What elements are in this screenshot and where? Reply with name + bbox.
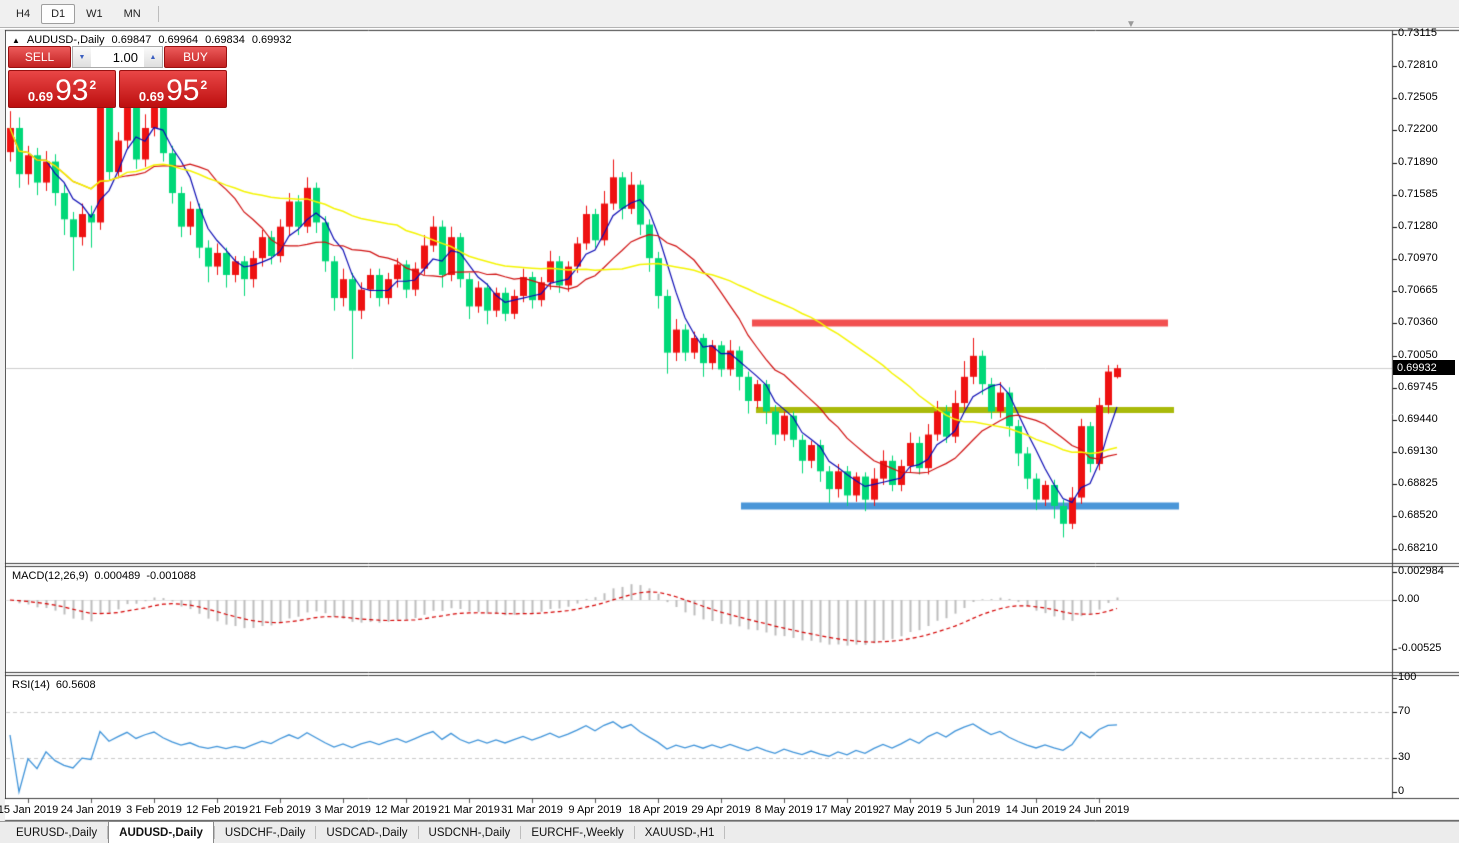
x-axis-tick: 21 Feb 2019: [249, 804, 311, 816]
x-axis-tick: 31 Mar 2019: [501, 804, 563, 816]
buy-price-box[interactable]: 0.69 95 2: [119, 70, 227, 108]
volume-input[interactable]: [91, 47, 144, 67]
y-axis-tick: 0.71280: [1398, 219, 1438, 232]
x-axis-tick: 12 Feb 2019: [186, 804, 248, 816]
date-axis[interactable]: 15 Jan 2019 24 Jan 2019 3 Feb 2019 12 Feb 2…: [0, 800, 1459, 820]
symbol-period-label: AUDUSD-,Daily: [26, 34, 105, 46]
rsi-axis-tick: 100: [1398, 671, 1417, 683]
x-axis-tick: 18 Apr 2019: [628, 804, 688, 816]
y-axis-tick: 0.71585: [1398, 187, 1438, 200]
macd-name: MACD(12,26,9): [12, 570, 89, 582]
macd-axis-tick: 0.00: [1398, 593, 1420, 605]
rsi-name: RSI(14): [12, 679, 50, 691]
y-axis-tick: 0.69745: [1398, 380, 1438, 393]
y-axis-tick: 0.68825: [1398, 477, 1438, 490]
volume-decrease-icon[interactable]: ▼: [73, 47, 91, 67]
quote-open: 0.69847: [111, 34, 152, 46]
bottom-tab-usdcad[interactable]: USDCAD-,Daily: [316, 822, 417, 843]
y-axis-tick: 0.69440: [1398, 412, 1438, 425]
y-axis-tick: 0.71890: [1398, 155, 1438, 168]
bottom-tab-audusd[interactable]: AUDUSD-,Daily: [108, 821, 214, 843]
quote-line: ▲ AUDUSD-,Daily 0.69847 0.69964 0.69834 …: [12, 34, 292, 46]
rsi-axis-tick: 0: [1398, 785, 1405, 797]
x-axis-tick: 29 Apr 2019: [691, 804, 751, 816]
volume-increase-icon[interactable]: ▲: [144, 47, 162, 67]
y-axis-tick: 0.72810: [1398, 59, 1438, 72]
one-click-trade-widget: SELL ▼ ▲ BUY 0.69 93 2 0.69 95 2: [8, 46, 227, 108]
chart-canvas[interactable]: [0, 0, 1459, 843]
x-axis-tick: 12 Mar 2019: [375, 804, 437, 816]
bottom-tab-eurusd[interactable]: EURUSD-,Daily: [6, 822, 107, 843]
quote-close: 0.69932: [251, 34, 292, 46]
tab-separator: [724, 826, 726, 839]
y-axis-tick: 0.70970: [1398, 252, 1438, 265]
rsi-value: 60.5608: [55, 679, 96, 691]
buy-price-prefix: 0.69: [138, 89, 165, 104]
y-axis-tick: 0.70050: [1398, 348, 1438, 361]
x-axis-tick: 24 Jun 2019: [1068, 804, 1130, 816]
x-axis-tick: 21 Mar 2019: [438, 804, 500, 816]
sell-price-big: 93: [55, 74, 89, 107]
current-price-marker: 0.69932: [1393, 360, 1455, 376]
sell-price-prefix: 0.69: [27, 89, 54, 104]
scroll-to-end-icon[interactable]: ▼: [1126, 19, 1136, 30]
rsi-indicator-label: RSI(14) 60.5608: [12, 679, 96, 691]
buy-price-pip: 2: [200, 78, 208, 92]
x-axis-tick: 17 May 2019: [815, 804, 879, 816]
macd-main-value: 0.000489: [94, 570, 141, 582]
x-axis-tick: 3 Feb 2019: [126, 804, 182, 816]
macd-indicator-label: MACD(12,26,9) 0.000489 -0.001088: [12, 570, 196, 582]
rsi-axis-tick: 70: [1398, 705, 1411, 718]
y-axis-tick: 0.72505: [1398, 91, 1438, 104]
chart-tab-bar: EURUSD-,Daily AUDUSD-,Daily USDCHF-,Daily U…: [0, 821, 1459, 843]
bottom-tab-xauusd[interactable]: XAUUSD-,H1: [635, 822, 725, 843]
x-axis-tick: 24 Jan 2019: [60, 804, 122, 816]
x-axis-tick: 27 May 2019: [878, 804, 942, 816]
rsi-axis-tick: 30: [1398, 750, 1411, 763]
x-axis-tick: 9 Apr 2019: [568, 804, 622, 816]
macd-axis-tick: -0.00525: [1398, 642, 1442, 655]
bottom-tab-usdcnh[interactable]: USDCNH-,Daily: [419, 822, 521, 843]
sell-price-pip: 2: [89, 78, 97, 92]
y-axis-tick: 0.72200: [1398, 123, 1438, 136]
sell-price-box[interactable]: 0.69 93 2: [8, 70, 116, 108]
buy-price-big: 95: [166, 74, 200, 107]
collapse-triangle-icon[interactable]: ▲: [12, 36, 20, 45]
quote-low: 0.69834: [205, 34, 245, 46]
x-axis-tick: 15 Jan 2019: [0, 804, 59, 816]
macd-axis-tick: 0.002984: [1398, 564, 1444, 577]
x-axis-tick: 14 Jun 2019: [1005, 804, 1067, 816]
y-axis-tick: 0.70360: [1398, 316, 1438, 329]
buy-button[interactable]: BUY: [164, 46, 227, 68]
x-axis-tick: 8 May 2019: [755, 804, 813, 816]
y-axis-tick: 0.68210: [1398, 542, 1438, 554]
macd-signal-value: -0.001088: [146, 570, 196, 582]
bottom-tab-eurchf[interactable]: EURCHF-,Weekly: [521, 822, 633, 843]
y-axis-tick: 0.69130: [1398, 445, 1438, 458]
y-axis-tick: 0.70665: [1398, 284, 1438, 297]
volume-spinner: ▼ ▲: [72, 46, 163, 68]
y-axis-tick: 0.73115: [1398, 27, 1437, 39]
x-axis-tick: 3 Mar 2019: [315, 804, 371, 816]
bottom-tab-usdchf[interactable]: USDCHF-,Daily: [215, 822, 316, 843]
quote-high: 0.69964: [158, 34, 199, 46]
sell-button[interactable]: SELL: [8, 46, 71, 68]
y-axis-tick: 0.68520: [1398, 509, 1438, 522]
x-axis-tick: 5 Jun 2019: [945, 804, 1001, 816]
